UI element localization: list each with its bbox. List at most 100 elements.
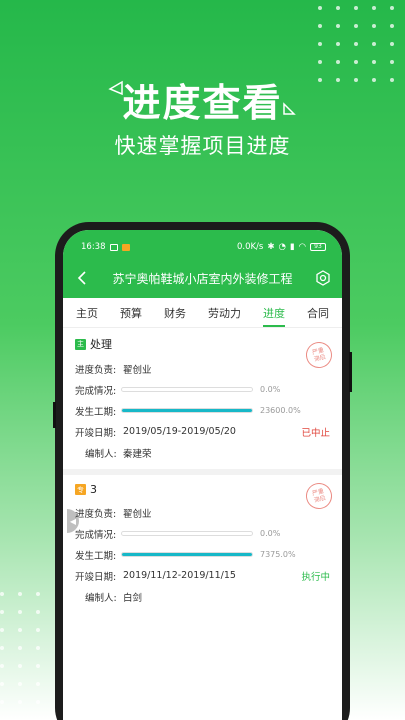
completion-label: 完成情况:	[75, 385, 117, 397]
tab-bar: 主页 预算 财务 劳动力 进度 合同	[63, 298, 342, 328]
decor-dot	[390, 6, 394, 10]
tab-contract[interactable]: 合同	[307, 299, 329, 327]
bluetooth-icon: ✱	[267, 242, 275, 252]
status-time: 16:38	[81, 242, 106, 252]
decor-dot	[318, 24, 322, 28]
period-percent: 23600.0%	[260, 406, 301, 415]
tab-labor[interactable]: 劳动力	[208, 299, 241, 327]
page-title: 苏宁奥帕鞋城小店室内外装修工程	[112, 271, 293, 286]
decor-dot	[354, 24, 358, 28]
phone-side-button	[349, 352, 352, 392]
nav-bar: 苏宁奥帕鞋城小店室内外装修工程	[63, 258, 342, 298]
decor-dot	[318, 42, 322, 46]
notification-icon	[109, 243, 118, 251]
editor-value: 秦建荣	[123, 448, 152, 460]
decor-dot	[336, 6, 340, 10]
promo-title: 进度查看	[122, 81, 283, 125]
battery-icon: 93	[310, 243, 326, 251]
completion-percent: 0.0%	[260, 529, 281, 538]
gear-icon[interactable]	[314, 269, 332, 287]
decor-dot	[390, 42, 394, 46]
decor-dot	[354, 60, 358, 64]
decor-dot	[18, 646, 22, 650]
completion-percent: 0.0%	[260, 385, 281, 394]
completion-bar	[121, 531, 253, 536]
decor-dot	[0, 700, 4, 704]
owner-label: 进度负责:	[75, 364, 117, 376]
phone-side-button	[53, 402, 56, 428]
card-tag: 专	[75, 484, 86, 495]
decor-dot	[372, 24, 376, 28]
decor-dot	[36, 610, 40, 614]
decor-dot	[336, 24, 340, 28]
dates-value: 2019/05/19-2019/05/20	[123, 426, 236, 437]
period-percent: 7375.0%	[260, 550, 296, 559]
decor-dot	[354, 6, 358, 10]
period-bar	[121, 408, 253, 413]
tab-progress[interactable]: 进度	[263, 299, 285, 327]
card-title: 3	[90, 483, 97, 496]
decor-dot	[0, 592, 4, 596]
decor-dot	[372, 60, 376, 64]
decor-dot	[0, 610, 4, 614]
app-notification-icon	[121, 243, 130, 251]
decor-dot	[36, 664, 40, 668]
progress-card[interactable]: ◀ 严重 滞后 专 3 进度负责: 翟创业 完成情况: 0.0% 发生工期: 73…	[63, 469, 342, 613]
owner-value: 翟创业	[123, 508, 152, 520]
period-bar-fill	[122, 409, 252, 412]
decor-dot	[36, 628, 40, 632]
tab-finance[interactable]: 财务	[164, 299, 186, 327]
decor-dot	[18, 700, 22, 704]
phone-frame: 16:38 0.0K/s ✱ ◔ ▮ ◠ 93 苏宁奥帕鞋城小店室内外装修工程	[53, 222, 352, 720]
tab-home[interactable]: 主页	[76, 299, 98, 327]
status-badge: 已中止	[301, 427, 330, 439]
editor-label: 编制人:	[85, 448, 117, 460]
decor-dot	[390, 24, 394, 28]
phone-screen: 16:38 0.0K/s ✱ ◔ ▮ ◠ 93 苏宁奥帕鞋城小店室内外装修工程	[63, 230, 342, 720]
card-tag: 主	[75, 338, 86, 350]
editor-label: 编制人:	[85, 592, 117, 604]
dot-pattern-bottom	[0, 592, 60, 720]
completion-bar	[121, 387, 253, 392]
status-bar: 16:38 0.0K/s ✱ ◔ ▮ ◠ 93	[63, 230, 342, 258]
period-label: 发生工期:	[75, 550, 117, 562]
wifi-icon: ◠	[298, 242, 306, 252]
owner-label: 进度负责:	[75, 508, 117, 520]
progress-card[interactable]: 严重 滞后 主 处理 进度负责: 翟创业 完成情况: 0.0% 发生工期: 236…	[63, 328, 342, 469]
card-title: 处理	[90, 338, 112, 351]
decor-dot	[318, 60, 322, 64]
decor-dot	[18, 592, 22, 596]
decor-dot	[18, 664, 22, 668]
signal-icon: ▮	[289, 242, 295, 252]
decor-dot	[354, 42, 358, 46]
chevron-left-icon[interactable]	[73, 269, 91, 287]
promo-subtitle: 快速掌握项目进度	[114, 134, 291, 158]
tab-budget[interactable]: 预算	[120, 299, 142, 327]
alarm-icon: ◔	[278, 242, 286, 252]
decor-dot	[336, 42, 340, 46]
decor-dot	[36, 700, 40, 704]
period-bar-fill	[122, 553, 252, 556]
decor-dot	[36, 682, 40, 686]
decor-dot	[318, 6, 322, 10]
status-badge: 执行中	[301, 571, 330, 583]
dates-label: 开竣日期:	[75, 427, 117, 439]
decor-dot	[0, 682, 4, 686]
decor-dot	[36, 646, 40, 650]
period-label: 发生工期:	[75, 406, 117, 418]
dates-label: 开竣日期:	[75, 571, 117, 583]
decor-dot	[390, 60, 394, 64]
completion-label: 完成情况:	[75, 529, 117, 541]
owner-value: 翟创业	[123, 364, 152, 376]
decor-dot	[372, 6, 376, 10]
decor-dot	[0, 646, 4, 650]
decor-dot	[18, 610, 22, 614]
decor-dot	[18, 682, 22, 686]
network-speed: 0.0K/s	[236, 242, 264, 252]
editor-value: 白剑	[123, 592, 143, 604]
dates-value: 2019/11/12-2019/11/15	[123, 570, 236, 581]
decor-dot	[336, 60, 340, 64]
period-bar	[121, 552, 253, 557]
decor-dot	[0, 628, 4, 632]
decor-dot	[18, 628, 22, 632]
